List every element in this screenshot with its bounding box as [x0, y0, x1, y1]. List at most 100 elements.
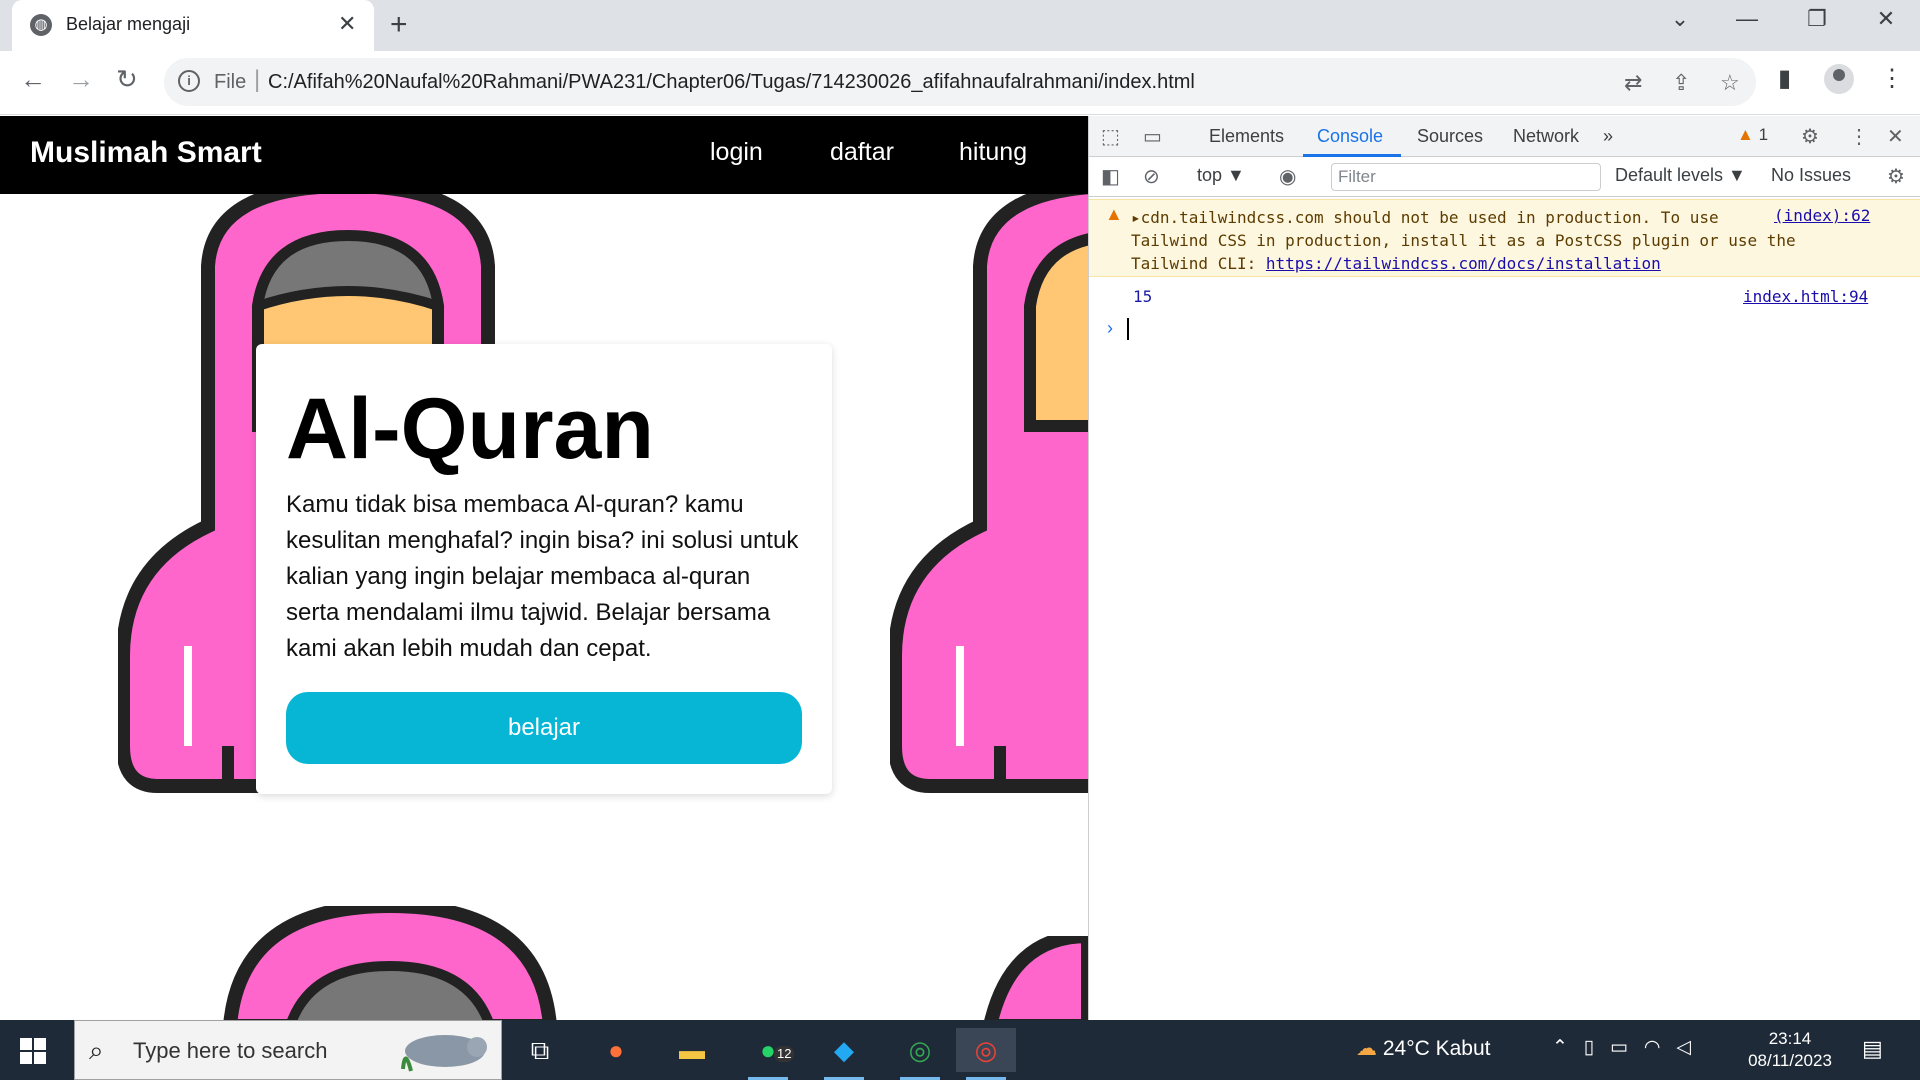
- chrome-profile-icon[interactable]: ◎: [890, 1028, 950, 1080]
- site-brand[interactable]: Muslimah Smart: [30, 136, 262, 170]
- url-separator: |: [254, 66, 261, 93]
- device-toolbar-icon[interactable]: ▭: [1143, 124, 1162, 149]
- tab-elements[interactable]: Elements: [1209, 126, 1284, 147]
- card-description: Kamu tidak bisa membaca Al-quran? kamu k…: [286, 491, 799, 662]
- console-settings-icon[interactable]: ⚙: [1887, 164, 1905, 189]
- console-filter-input[interactable]: Filter: [1331, 163, 1601, 191]
- task-view-icon[interactable]: ⧉: [510, 1028, 570, 1072]
- warning-text[interactable]: ▸cdn.tailwindcss.com should not be used …: [1131, 206, 1796, 275]
- windows-taskbar: ⌕ Type here to search ⧉ ● ▬ ● 12 ◆ ◎ ◎ ☁ …: [0, 1020, 1920, 1080]
- url-scheme: File: [214, 71, 247, 93]
- search-placeholder: Type here to search: [133, 1038, 328, 1063]
- profile-avatar[interactable]: [1824, 64, 1854, 94]
- chrome-icon[interactable]: ◎: [956, 1028, 1016, 1080]
- url-text[interactable]: C:/Afifah%20Naufal%20Rahmani/PWA231/Chap…: [268, 71, 1195, 94]
- system-tray[interactable]: ⌃ ▯ ▭ ◠ ◁: [1552, 1036, 1691, 1059]
- hero-card: Al-Quran Kamu tidak bisa membaca Al-qura…: [256, 344, 832, 794]
- forward-button[interactable]: →: [68, 64, 94, 95]
- battery-icon[interactable]: ▭: [1610, 1037, 1628, 1058]
- issues-indicator[interactable]: No Issues: [1771, 165, 1851, 186]
- console-log-line: 15 index.html:94: [1089, 279, 1920, 311]
- taskbar-clock[interactable]: 23:14 08/11/2023: [1740, 1028, 1840, 1072]
- search-icon: ⌕: [89, 1035, 104, 1065]
- file-explorer-icon[interactable]: ▬: [662, 1028, 722, 1072]
- notification-center-icon[interactable]: ▤: [1862, 1036, 1883, 1062]
- site-navbar: Muslimah Smart login daftar hitung: [0, 116, 1088, 194]
- web-page: Muslimah Smart login daftar hitung Al-Qu…: [0, 116, 1088, 1020]
- side-panel-icon[interactable]: ▮: [1778, 64, 1791, 93]
- tab-network[interactable]: Network: [1513, 126, 1579, 147]
- share-icon[interactable]: ⇪: [1672, 70, 1690, 96]
- whatsapp-icon[interactable]: ● 12: [738, 1028, 798, 1080]
- wifi-icon[interactable]: ◠: [1644, 1037, 1661, 1058]
- context-value: top: [1197, 165, 1223, 185]
- console-warning-message: ▲ ▸cdn.tailwindcss.com should not be use…: [1089, 199, 1920, 277]
- tab-search-icon[interactable]: ⌄: [1660, 6, 1700, 32]
- clock-date: 08/11/2023: [1748, 1051, 1832, 1070]
- more-tabs-icon[interactable]: »: [1603, 126, 1613, 147]
- live-expression-eye-icon[interactable]: ◉: [1279, 164, 1296, 189]
- globe-icon: ◍: [30, 14, 52, 36]
- devtools-settings-icon[interactable]: ⚙: [1801, 124, 1819, 149]
- belajar-button[interactable]: belajar: [286, 692, 802, 764]
- tab-console[interactable]: Console: [1317, 126, 1383, 147]
- warning-icon: ▲: [1737, 125, 1754, 144]
- taskbar-search-box[interactable]: ⌕ Type here to search: [74, 1020, 502, 1080]
- warning-icon: ▲: [1105, 204, 1123, 224]
- clock-time: 23:14: [1768, 1029, 1812, 1048]
- inspect-element-icon[interactable]: ⬚: [1101, 124, 1120, 149]
- address-bar[interactable]: i File | C:/Afifah%20Naufal%20Rahmani/PW…: [164, 58, 1756, 106]
- bookmark-star-icon[interactable]: ☆: [1720, 70, 1740, 96]
- whatsapp-badge: 12: [774, 1046, 795, 1062]
- restore-button[interactable]: ❐: [1797, 6, 1837, 32]
- manatee-illustration: [401, 1035, 487, 1072]
- vscode-icon[interactable]: ◆: [814, 1028, 874, 1080]
- warning-source-link[interactable]: (index):62: [1774, 206, 1870, 225]
- minimize-button[interactable]: —: [1727, 6, 1767, 32]
- console-input-caret[interactable]: [1127, 318, 1129, 340]
- browser-tab[interactable]: ◍ Belajar mengaji ✕: [12, 0, 374, 51]
- nav-login-link[interactable]: login: [710, 138, 763, 167]
- browser-toolbar: ← → ↻ i File | C:/Afifah%20Naufal%20Rahm…: [0, 51, 1920, 115]
- close-tab-icon[interactable]: ✕: [338, 11, 356, 37]
- console-toolbar: ◧ ⊘ top ▼ ◉ Filter Default levels ▼ No I…: [1089, 157, 1920, 197]
- devtools-tabbar: ⬚ ▭ Elements Console Sources Network » ▲…: [1089, 116, 1920, 157]
- card-title: Al-Quran: [286, 381, 654, 477]
- volume-icon[interactable]: ◁: [1676, 1037, 1691, 1058]
- sidebar-toggle-icon[interactable]: ◧: [1101, 164, 1120, 189]
- hijabi-illustration-bottom-right: [984, 936, 1088, 1020]
- firefox-icon[interactable]: ●: [586, 1028, 646, 1072]
- devtools-close-icon[interactable]: ✕: [1887, 124, 1904, 149]
- back-button[interactable]: ←: [20, 64, 46, 95]
- tab-strip: ◍ Belajar mengaji ✕ + ⌄ — ❐ ✕: [0, 0, 1920, 51]
- nav-daftar-link[interactable]: daftar: [830, 138, 894, 167]
- new-tab-button[interactable]: +: [390, 8, 408, 42]
- site-info-icon[interactable]: i: [178, 70, 200, 92]
- nav-hitung-link[interactable]: hitung: [959, 138, 1027, 167]
- context-selector[interactable]: top ▼: [1197, 165, 1245, 186]
- log-value: 15: [1133, 287, 1153, 306]
- devtools-menu-icon[interactable]: ⋮: [1849, 124, 1869, 149]
- weather-text: 24°C Kabut: [1382, 1037, 1491, 1060]
- warning-counter[interactable]: ▲ 1: [1737, 125, 1768, 145]
- clear-console-icon[interactable]: ⊘: [1143, 164, 1160, 189]
- warning-count: 1: [1758, 125, 1769, 144]
- hijabi-illustration-right: [890, 186, 1088, 793]
- devtools-panel: ⬚ ▭ Elements Console Sources Network » ▲…: [1088, 116, 1920, 1020]
- start-button[interactable]: [20, 1038, 46, 1064]
- tab-title: Belajar mengaji: [66, 14, 191, 34]
- hijabi-illustration-bottom: [223, 906, 557, 1020]
- console-prompt-icon: ›: [1107, 318, 1113, 338]
- tray-chevron-icon[interactable]: ⌃: [1552, 1037, 1568, 1058]
- browser-menu-icon[interactable]: ⋮: [1880, 64, 1904, 93]
- translate-icon[interactable]: ⇄: [1624, 70, 1642, 96]
- tab-sources[interactable]: Sources: [1417, 126, 1483, 147]
- close-window-button[interactable]: ✕: [1866, 6, 1906, 32]
- log-levels-dropdown[interactable]: Default levels ▼: [1615, 165, 1746, 186]
- device-icon[interactable]: ▯: [1584, 1037, 1594, 1058]
- log-source-link[interactable]: index.html:94: [1743, 287, 1868, 306]
- weather-widget[interactable]: ☁ 24°C Kabut: [1356, 1036, 1490, 1061]
- reload-button[interactable]: ↻: [116, 64, 138, 95]
- tailwind-docs-link[interactable]: https://tailwindcss.com/docs/installatio…: [1266, 254, 1661, 273]
- weather-icon: ☁: [1356, 1037, 1377, 1060]
